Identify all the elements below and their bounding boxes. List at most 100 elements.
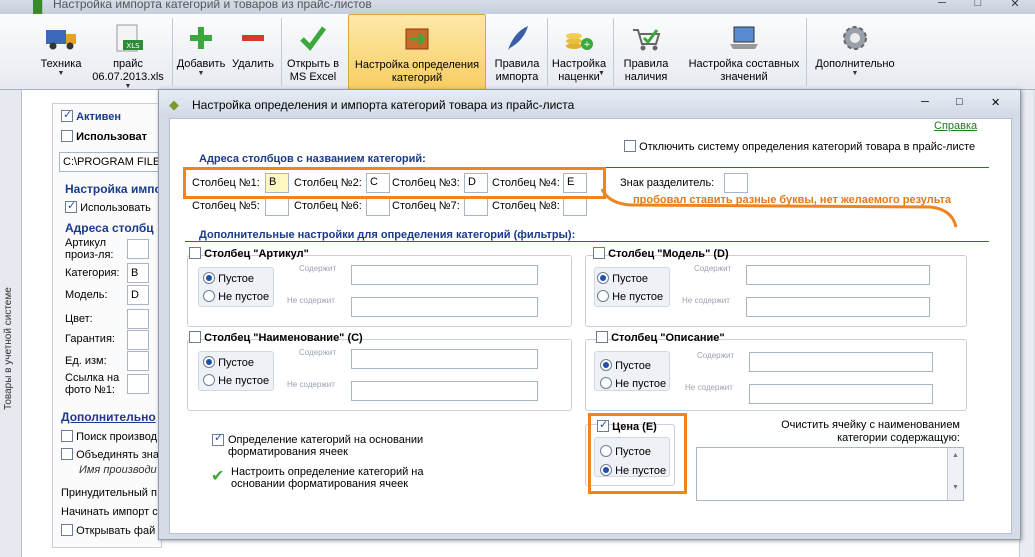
merge-checkbox-row[interactable]: Объединять зна (61, 448, 159, 461)
name-contains-input[interactable] (351, 349, 538, 369)
article-not-empty-radio-row[interactable]: Не пустое (203, 290, 269, 303)
column-8-input[interactable] (563, 196, 587, 216)
article-not-empty-radio[interactable] (203, 290, 215, 302)
field-input-unit[interactable] (127, 351, 149, 371)
toolbar-delete-button[interactable]: Удалить (228, 14, 278, 90)
toolbar-open-excel-label: Открыть в MS Excel (286, 58, 340, 83)
toolbar-composite-label: Настройка составных значений (688, 58, 800, 83)
active-label: Активен (76, 111, 122, 123)
field-label-article: Артикул произ-ля: (65, 237, 114, 261)
description-not-empty-radio[interactable] (600, 377, 612, 389)
field-input-color[interactable] (127, 309, 149, 329)
model-not-empty-radio-row[interactable]: Не пустое (597, 290, 663, 303)
disable-system-checkbox[interactable] (624, 140, 636, 152)
name-not-empty-radio[interactable] (203, 374, 215, 386)
toolbar-technika-button[interactable]: Техника ▼ (34, 14, 88, 90)
clear-cell-textarea[interactable] (696, 447, 964, 501)
active-checkbox-row[interactable]: Активен (61, 108, 122, 123)
use-2-checkbox[interactable] (65, 199, 77, 213)
format-settings-link[interactable]: Настроить определение категорий на основ… (231, 466, 423, 490)
description-contains-label: Содержит (697, 351, 735, 360)
search-checkbox-row[interactable]: Поиск производ (61, 430, 157, 443)
name-contains-label: Содержит (299, 348, 337, 357)
description-not-contains-input[interactable] (749, 384, 933, 404)
description-empty-radio[interactable] (600, 359, 612, 371)
dialog-close-button[interactable]: ✕ (991, 96, 1000, 109)
field-input-photo[interactable] (127, 374, 149, 394)
quill-icon (508, 26, 528, 50)
article-empty-radio-row[interactable]: Пустое (203, 272, 254, 285)
model-contains-input[interactable] (746, 265, 930, 285)
format-detect-checkbox[interactable] (212, 432, 224, 446)
toolbar-composite-button[interactable]: Настройка составных значений (680, 14, 808, 90)
format-detect-row[interactable]: Определение категорий на основании форма… (212, 432, 423, 458)
toolbar-price-button[interactable]: XLS прайс 06.07.2013.xls ▼ (86, 14, 170, 90)
toolbar-availability-button[interactable]: Правила наличия (614, 14, 678, 90)
merge-checkbox[interactable] (61, 448, 73, 460)
field-input-article[interactable] (127, 239, 149, 259)
separator-input[interactable] (724, 173, 748, 193)
field-input-warranty[interactable] (127, 330, 149, 350)
name-empty-radio[interactable] (203, 356, 215, 368)
use-checkbox[interactable] (61, 130, 73, 142)
field-input-category[interactable]: B (127, 263, 149, 283)
description-not-empty-radio-row[interactable]: Не пустое (600, 377, 666, 390)
column-address-header: Адреса столбц (65, 221, 154, 235)
column-5-input[interactable] (265, 196, 289, 216)
columns-highlight-box (183, 167, 606, 199)
article-filter-title-row[interactable]: Столбец "Артикул" (189, 247, 309, 260)
article-not-contains-input[interactable] (351, 297, 538, 317)
model-empty-radio-row[interactable]: Пустое (597, 272, 648, 285)
side-tab-strip[interactable]: Товары в учетной системе (0, 90, 22, 557)
toolbar-additional-button[interactable]: Дополнительно ▼ (808, 14, 902, 90)
article-not-empty-label: Не пустое (218, 291, 270, 303)
model-empty-radio[interactable] (597, 272, 609, 284)
clear-cell-scrollbar[interactable]: ▲ ▼ (947, 448, 963, 500)
toolbar-add-button[interactable]: Добавить ▼ (172, 14, 230, 90)
name-filter-checkbox[interactable] (189, 331, 201, 343)
use-2-checkbox-row[interactable]: Использовать (65, 199, 151, 214)
field-input-model[interactable]: D (127, 285, 149, 305)
disable-system-row[interactable]: Отключить систему определения категорий … (624, 140, 975, 153)
model-filter-checkbox[interactable] (593, 247, 605, 259)
description-filter-title-row[interactable]: Столбец "Описание" (596, 331, 725, 344)
ribbon-toolbar: Техника ▼ XLS прайс 06.07.2013.xls ▼ Доб… (0, 14, 1035, 90)
article-contains-input[interactable] (351, 265, 538, 285)
filters-header: Дополнительные настройки для определения… (199, 229, 576, 241)
maximize-button[interactable]: □ (966, 0, 990, 9)
name-not-empty-radio-row[interactable]: Не пустое (203, 374, 269, 387)
name-empty-radio-row[interactable]: Пустое (203, 356, 254, 369)
help-link[interactable]: Справка (934, 120, 977, 132)
open-file-checkbox-row[interactable]: Открывать фай (61, 524, 155, 537)
dialog-maximize-button[interactable]: □ (956, 96, 963, 108)
search-checkbox[interactable] (61, 430, 73, 442)
use-checkbox-row[interactable]: Использоват (61, 130, 147, 143)
additional-header: Дополнительно (61, 410, 156, 424)
toolbar-open-excel-button[interactable]: Открыть в MS Excel (282, 14, 344, 90)
name-not-contains-input[interactable] (351, 381, 538, 401)
article-empty-radio[interactable] (203, 272, 215, 284)
description-filter-checkbox[interactable] (596, 331, 608, 343)
model-filter-title-row[interactable]: Столбец "Модель" (D) (593, 247, 729, 260)
green-check-icon: ✔ (211, 468, 225, 485)
model-not-empty-radio[interactable] (597, 290, 609, 302)
close-button[interactable]: ✕ (1003, 0, 1027, 10)
toolbar-import-rules-button[interactable]: Правила импорта (488, 14, 546, 90)
column-7-input[interactable] (464, 196, 488, 216)
column-6-input[interactable] (366, 196, 390, 216)
description-empty-radio-row[interactable]: Пустое (600, 359, 651, 372)
main-vertical-scrollbar[interactable] (1019, 90, 1033, 557)
column-7-label: Столбец №7: (392, 200, 460, 212)
gear-icon (843, 26, 867, 50)
toolbar-category-settings-button[interactable]: Настройка определения категорий (348, 14, 486, 90)
article-filter-checkbox[interactable] (189, 247, 201, 259)
description-contains-input[interactable] (749, 352, 933, 372)
model-not-contains-input[interactable] (746, 297, 930, 317)
name-filter-title-row[interactable]: Столбец "Наименование" (C) (189, 331, 363, 344)
minimize-button[interactable]: ─ (930, 0, 954, 9)
active-checkbox[interactable] (61, 108, 73, 122)
toolbar-markup-button[interactable]: + Настройка наценки ▼ (548, 14, 610, 90)
dialog-minimize-button[interactable]: ─ (921, 96, 929, 108)
open-file-checkbox[interactable] (61, 524, 73, 536)
path-input[interactable]: C:\PROGRAM FILES (59, 152, 169, 172)
